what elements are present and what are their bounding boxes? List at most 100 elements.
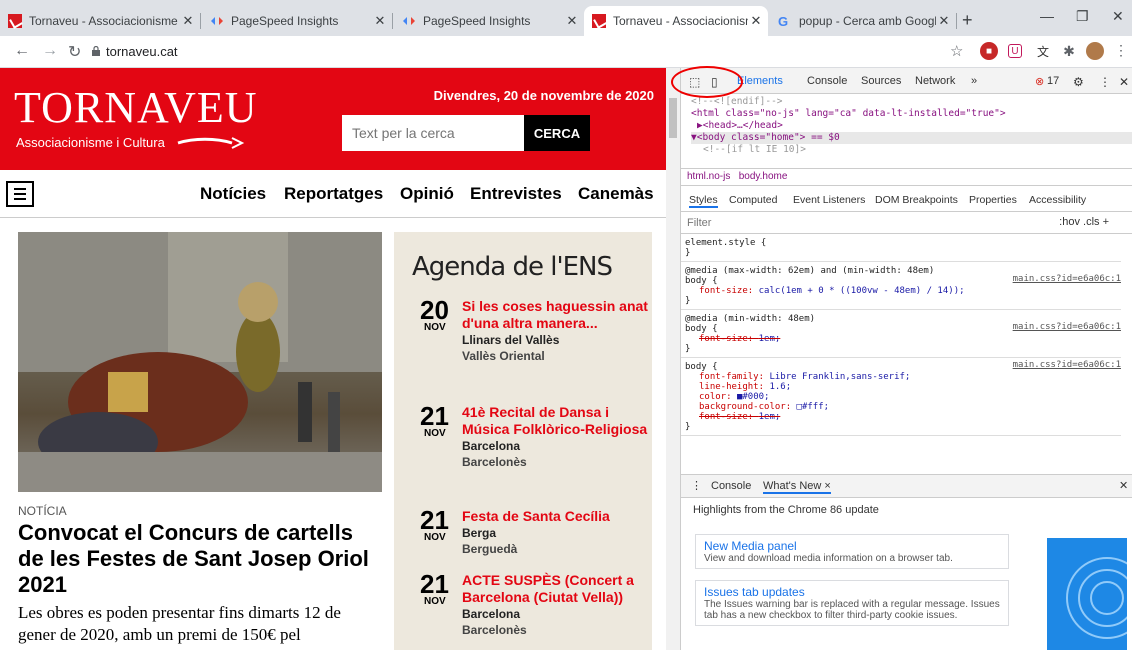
new-tab-icon[interactable]: + [962, 10, 973, 31]
tab-console[interactable]: Console [807, 75, 847, 87]
dom-line[interactable]: <!--[if lt IE 10]> [691, 144, 1132, 156]
nav-opinio[interactable]: Opinió [400, 184, 454, 204]
tab-elements[interactable]: Elements [737, 75, 783, 87]
nav-noticies[interactable]: Notícies [200, 184, 266, 204]
close-tab-icon[interactable]: ✕ [936, 13, 952, 29]
hamburger-menu-icon[interactable] [6, 181, 34, 207]
drawer-tab-whats-new[interactable]: What's New × [763, 480, 831, 494]
tab-sources[interactable]: Sources [861, 75, 901, 87]
close-tab-icon[interactable]: ✕ [372, 13, 388, 29]
nav-entrevistes[interactable]: Entrevistes [470, 184, 562, 204]
event-title[interactable]: Si les coses haguessin anat d'una altra … [462, 298, 652, 332]
close-tab-icon[interactable]: ✕ [564, 13, 580, 29]
settings-gear-icon[interactable]: ⚙ [1073, 75, 1084, 89]
close-tab-icon[interactable]: ✕ [180, 13, 196, 29]
article-photo[interactable] [18, 232, 382, 492]
event-title[interactable]: ACTE SUSPÈS (Concert a Barcelona (Ciutat… [462, 572, 652, 606]
css-property[interactable]: font-family: Libre Franklin,sans-serif; [685, 372, 1117, 382]
pocket-extension-icon[interactable]: U [1008, 44, 1022, 58]
main-nav: Notícies Reportatges Opinió Entrevistes … [0, 170, 666, 218]
whats-new-card[interactable]: Issues tab updates The Issues warning ba… [695, 580, 1009, 626]
event-title[interactable]: Festa de Santa Cecília [462, 508, 652, 525]
css-property[interactable]: line-height: 1.6; [685, 382, 1117, 392]
filter-tools[interactable]: :hov .cls + [1059, 216, 1109, 228]
dom-line[interactable]: <html class="no-js" lang="ca" data-lt-in… [691, 108, 1132, 120]
style-rule[interactable]: @media (max-width: 62em) and (min-width:… [681, 262, 1121, 310]
lock-icon[interactable] [92, 46, 100, 56]
devtools-menu-icon[interactable]: ⋮ [1099, 75, 1111, 89]
restore-icon[interactable]: ❐ [1076, 8, 1089, 25]
site-logo[interactable]: TORNAVEU [14, 82, 258, 133]
article-headline[interactable]: Convocat el Concurs de cartells de les F… [18, 520, 382, 598]
search-button[interactable]: CERCA [524, 115, 590, 151]
more-tabs-icon[interactable]: » [971, 75, 977, 87]
subtab-accessibility[interactable]: Accessibility [1029, 194, 1086, 206]
dom-line[interactable]: ▶<head>…</head> [691, 120, 1132, 132]
whats-new-highlight: Highlights from the Chrome 86 update [693, 504, 879, 516]
style-rule[interactable]: @media (min-width: 48em) body { font-siz… [681, 310, 1121, 358]
subtab-computed[interactable]: Computed [729, 194, 777, 206]
scrollbar-thumb[interactable] [669, 98, 677, 138]
extensions-puzzle-icon[interactable]: ✱ [1060, 42, 1078, 60]
tab-title: PageSpeed Insights [423, 14, 531, 28]
browser-tab[interactable]: PageSpeed Insights ✕ [202, 6, 392, 36]
dom-tree: <!--<![endif]--> <html class="no-js" lan… [681, 94, 1132, 168]
error-icon[interactable]: ⊗ [1035, 75, 1044, 88]
subtab-styles[interactable]: Styles [689, 194, 718, 208]
forward-icon[interactable]: → [42, 42, 58, 60]
card-title[interactable]: Issues tab updates [704, 585, 1000, 599]
browser-tab[interactable]: PageSpeed Insights ✕ [394, 6, 584, 36]
tab-title: Tornaveu - Associacionisme i C [613, 14, 748, 28]
style-rule[interactable]: element.style { } [681, 234, 1121, 262]
close-devtools-icon[interactable]: ✕ [1119, 75, 1129, 89]
translate-extension-icon[interactable]: 文 [1034, 42, 1052, 60]
css-property-overridden[interactable]: font-size: 1em; [685, 334, 1117, 344]
url-field[interactable]: tornaveu.cat [106, 44, 178, 59]
css-property-overridden[interactable]: font-size: 1em; [685, 412, 1117, 422]
css-property[interactable]: background-color: □#fff; [685, 402, 1117, 412]
drawer-menu-icon[interactable]: ⋮ [691, 479, 702, 492]
browser-tab[interactable]: G popup - Cerca amb Google ✕ [770, 6, 956, 36]
style-rule[interactable]: body { font-family: Libre Franklin,sans-… [681, 358, 1121, 436]
source-link[interactable]: main.css?id=e6a06c:1 [1013, 322, 1121, 332]
profile-avatar[interactable] [1086, 42, 1104, 60]
menu-kebab-icon[interactable]: ⋮ [1114, 42, 1128, 59]
event-month: NOV [424, 532, 446, 543]
dom-line-selected[interactable]: ▼<body class="home"> == $0 [691, 132, 1132, 144]
breadcrumb-item[interactable]: html.no-js [687, 171, 730, 182]
dom-line[interactable]: <!--<![endif]--> [691, 96, 1132, 108]
subtab-dom-breakpoints[interactable]: DOM Breakpoints [875, 194, 958, 206]
subtab-event-listeners[interactable]: Event Listeners [793, 194, 865, 206]
drawer-tab-console[interactable]: Console [711, 480, 751, 492]
styles-filter-input[interactable]: Filter :hov .cls + [681, 212, 1132, 234]
browser-tab-active[interactable]: Tornaveu - Associacionisme i C ✕ [584, 6, 768, 36]
nav-canemas[interactable]: Canemàs [578, 184, 654, 204]
event-title[interactable]: 41è Recital de Dansa i Música Folklòrico… [462, 404, 652, 438]
css-property[interactable]: color: ■#000; [685, 392, 1117, 402]
css-property[interactable]: font-size: calc(1em + 0 * ((100vw - 48em… [685, 286, 1117, 296]
browser-tab[interactable]: Tornaveu - Associacionisme i C ✕ [0, 6, 200, 36]
nav-reportatges[interactable]: Reportatges [284, 184, 383, 204]
whats-new-card[interactable]: New Media panel View and download media … [695, 534, 1009, 569]
error-count[interactable]: 17 [1047, 75, 1059, 87]
close-tab-icon[interactable]: ✕ [748, 13, 764, 29]
bookmark-star-icon[interactable]: ☆ [950, 42, 963, 60]
source-link[interactable]: main.css?id=e6a06c:1 [1013, 360, 1121, 370]
event-place: Berga [462, 526, 497, 540]
styles-subtabs: Styles Computed Event Listeners DOM Brea… [681, 186, 1132, 212]
card-title[interactable]: New Media panel [704, 539, 1000, 553]
breadcrumb-item[interactable]: body.home [739, 171, 788, 182]
google-favicon-icon: G [778, 14, 789, 29]
close-drawer-icon[interactable]: ✕ [1119, 479, 1128, 492]
tab-network[interactable]: Network [915, 75, 955, 87]
adblock-extension-icon[interactable]: ■ [980, 42, 998, 60]
reload-icon[interactable]: ↻ [68, 42, 81, 62]
search-input[interactable] [342, 115, 524, 151]
minimize-icon[interactable]: — [1040, 8, 1054, 24]
subtab-properties[interactable]: Properties [969, 194, 1017, 206]
source-link[interactable]: main.css?id=e6a06c:1 [1013, 274, 1121, 284]
close-window-icon[interactable]: ✕ [1112, 8, 1124, 25]
page-scrollbar[interactable] [666, 68, 680, 650]
back-icon[interactable]: ← [14, 42, 30, 60]
article-lede: Les obres es poden presentar fins dimart… [18, 603, 341, 644]
